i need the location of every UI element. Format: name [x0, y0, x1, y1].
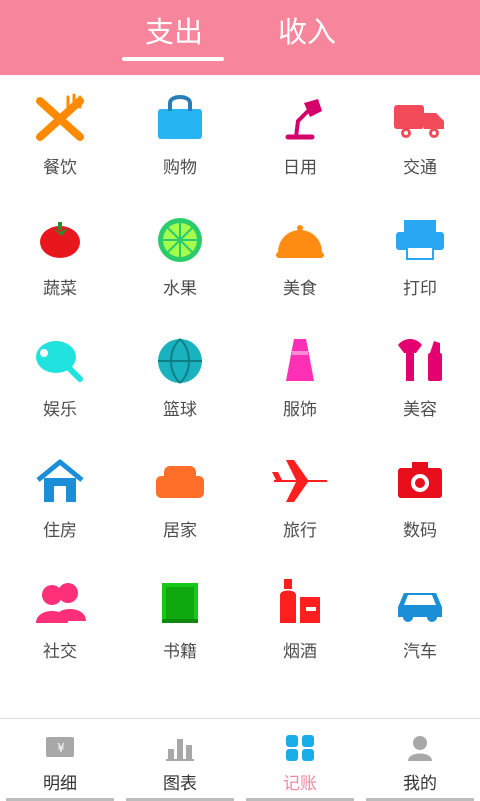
- category-label: 美容: [403, 400, 437, 420]
- category-vegetables[interactable]: 蔬菜: [0, 196, 120, 317]
- category-label: 交通: [403, 158, 437, 178]
- category-label: 篮球: [163, 400, 197, 420]
- nav-label: 我的: [403, 774, 437, 794]
- category-daily-use[interactable]: 日用: [240, 75, 360, 196]
- category-label: 购物: [163, 158, 197, 178]
- nav-label: 记账: [283, 774, 317, 794]
- people-icon: [36, 583, 86, 623]
- shopping-bag-icon: [158, 95, 202, 139]
- category-label: 娱乐: [43, 400, 77, 420]
- category-label: 蔬菜: [43, 279, 77, 299]
- category-food[interactable]: 美食: [240, 196, 360, 317]
- category-social[interactable]: 社交: [0, 559, 120, 680]
- user-icon: [408, 736, 432, 761]
- bottle-cigarette-icon: [280, 579, 320, 623]
- category-tobacco-alcohol[interactable]: 烟酒: [240, 559, 360, 680]
- bill-icon: ¥: [46, 737, 74, 757]
- active-tab-indicator: [122, 57, 224, 61]
- printer-icon: [396, 220, 444, 260]
- nav-details[interactable]: ¥ 明细: [0, 719, 120, 801]
- category-label: 旅行: [283, 521, 317, 541]
- truck-icon: [394, 105, 444, 138]
- nav-record[interactable]: 记账: [240, 719, 360, 801]
- category-entertainment[interactable]: 娱乐: [0, 317, 120, 438]
- category-label: 书籍: [163, 642, 197, 662]
- category-clothing[interactable]: 服饰: [240, 317, 360, 438]
- category-books[interactable]: 书籍: [120, 559, 240, 680]
- category-label: 服饰: [283, 400, 317, 420]
- category-label: 打印: [403, 279, 437, 299]
- svg-text:¥: ¥: [57, 741, 65, 755]
- category-shopping[interactable]: 购物: [120, 75, 240, 196]
- basketball-icon: [158, 338, 202, 384]
- house-icon: [36, 459, 84, 502]
- car-icon: [398, 593, 442, 622]
- category-transport[interactable]: 交通: [360, 75, 480, 196]
- fork-knife-icon: [36, 93, 84, 141]
- ping-pong-icon: [36, 341, 83, 382]
- category-label: 餐饮: [43, 158, 77, 178]
- category-basketball[interactable]: 篮球: [120, 317, 240, 438]
- sofa-icon: [156, 466, 204, 498]
- dress-icon: [286, 339, 314, 381]
- book-icon: [162, 583, 198, 623]
- category-print[interactable]: 打印: [360, 196, 480, 317]
- tab-income[interactable]: 收入: [257, 12, 357, 52]
- category-grid: 餐饮 购物 日用 交通 蔬菜 水果 美食 打印 娱乐 篮球 服饰 美容 住房 居…: [0, 75, 480, 715]
- tab-expense[interactable]: 支出: [124, 12, 224, 52]
- category-home[interactable]: 居家: [120, 438, 240, 559]
- category-label: 水果: [163, 279, 197, 299]
- category-label: 美食: [283, 279, 317, 299]
- makeup-icon: [398, 339, 442, 381]
- category-label: 烟酒: [283, 642, 317, 662]
- category-label: 数码: [403, 521, 437, 541]
- bottom-navigation: ¥ 明细 图表 记账 我的: [0, 718, 480, 801]
- desk-lamp-icon: [285, 99, 322, 140]
- nav-chart[interactable]: 图表: [120, 719, 240, 801]
- category-label: 汽车: [403, 642, 437, 662]
- bar-chart-icon: [166, 739, 194, 761]
- category-car[interactable]: 汽车: [360, 559, 480, 680]
- food-cover-icon: [276, 225, 324, 258]
- category-label: 居家: [163, 521, 197, 541]
- category-fruit[interactable]: 水果: [120, 196, 240, 317]
- category-travel[interactable]: 旅行: [240, 438, 360, 559]
- camera-icon: [398, 462, 442, 498]
- nav-label: 明细: [43, 774, 77, 794]
- category-label: 社交: [43, 642, 77, 662]
- nav-profile[interactable]: 我的: [360, 719, 480, 801]
- top-header: 支出 收入: [0, 0, 480, 75]
- category-dining[interactable]: 餐饮: [0, 75, 120, 196]
- category-beauty[interactable]: 美容: [360, 317, 480, 438]
- tomato-icon: [40, 222, 80, 258]
- category-label: 日用: [283, 158, 317, 178]
- nav-label: 图表: [163, 774, 197, 794]
- category-label: 住房: [43, 521, 77, 541]
- category-housing[interactable]: 住房: [0, 438, 120, 559]
- lime-icon: [158, 218, 202, 262]
- grid-squares-icon: [286, 735, 314, 761]
- category-digital[interactable]: 数码: [360, 438, 480, 559]
- airplane-icon: [272, 460, 328, 502]
